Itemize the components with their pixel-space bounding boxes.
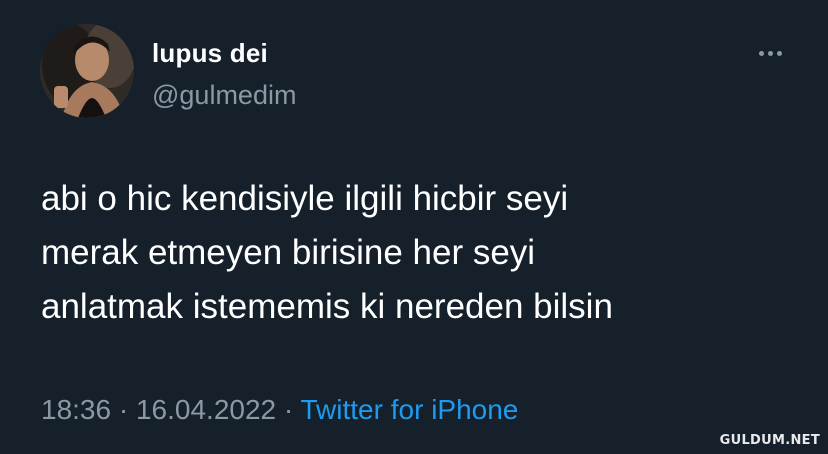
- tweet-text-line: abi o hic kendisiyle ilgili hicbir seyi: [41, 179, 569, 218]
- separator: ·: [111, 394, 136, 425]
- tweet-metadata: 18:36 · 16.04.2022 · Twitter for iPhone: [41, 394, 518, 426]
- user-handle[interactable]: @gulmedim: [152, 80, 296, 111]
- more-options-button[interactable]: [750, 40, 790, 66]
- tweet-card: lupus dei @gulmedim abi o hic kendisiyle…: [0, 0, 828, 454]
- tweet-date[interactable]: 16.04.2022: [136, 394, 276, 425]
- tweet-time[interactable]: 18:36: [41, 394, 111, 425]
- more-horizontal-icon-dot: [776, 50, 782, 56]
- separator: ·: [276, 394, 301, 425]
- tweet-text-line: anlatmak istememis ki nereden bilsin: [41, 287, 613, 326]
- tweet-text: abi o hic kendisiyle ilgili hicbir seyi …: [41, 172, 801, 334]
- more-horizontal-icon-dot: [758, 50, 764, 56]
- more-horizontal-icon-dot: [767, 50, 773, 56]
- avatar[interactable]: [40, 24, 134, 118]
- profile-photo-icon: [40, 24, 134, 118]
- watermark: GULDUM.NET: [719, 433, 820, 448]
- display-name[interactable]: lupus dei: [152, 38, 268, 69]
- tweet-text-line: merak etmeyen birisine her seyi: [41, 233, 536, 272]
- tweet-source-link[interactable]: Twitter for iPhone: [301, 394, 519, 425]
